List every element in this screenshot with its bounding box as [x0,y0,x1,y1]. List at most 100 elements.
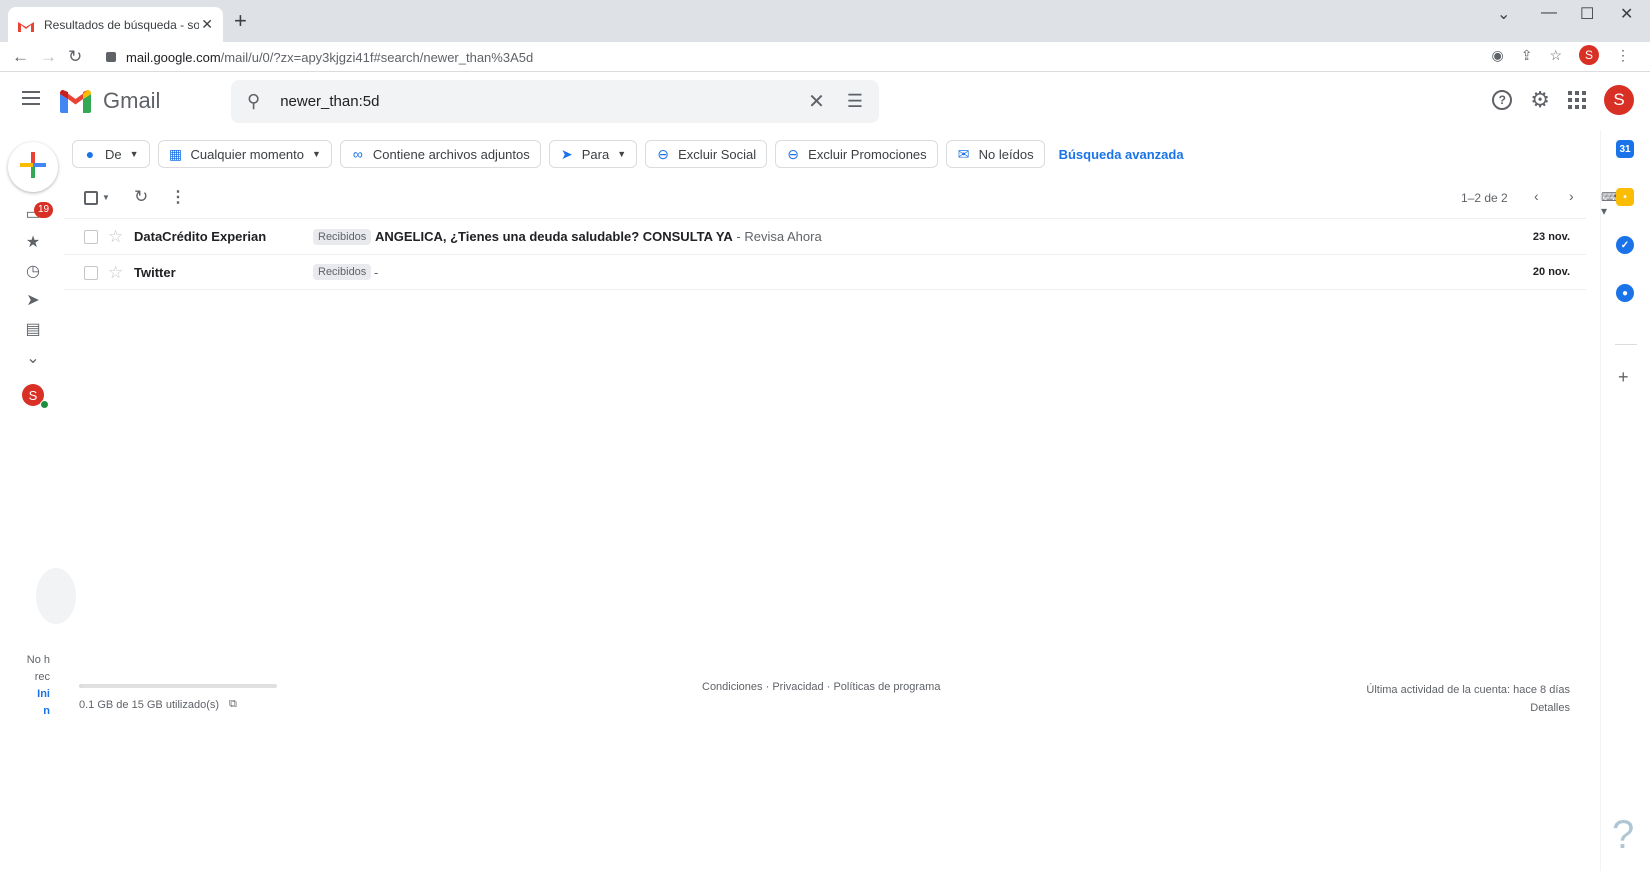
calendar-app-icon[interactable]: 31 [1616,140,1634,158]
table-row[interactable]: ☆ Twitter Recibidos - 20 nov. [64,254,1586,290]
chat-hint-line: rec [34,671,50,683]
gmail-logo[interactable]: Gmail [60,88,160,114]
older-page-icon[interactable]: › [1569,188,1574,204]
browser-menu-icon[interactable]: ⋮ [1616,47,1630,64]
bookmark-star-icon[interactable]: ☆ [1549,47,1562,64]
row-snippet: - [374,264,379,280]
row-date: 20 nov. [1532,266,1570,278]
starred-icon[interactable]: ★ [24,234,42,252]
minus-circle-icon: ⊖ [657,145,669,162]
gmail-m-icon [60,89,91,113]
side-panel-divider [1615,344,1637,345]
account-avatar[interactable]: S [1604,85,1634,115]
row-label-badge[interactable]: Recibidos [313,264,372,280]
chip-label: No leídos [978,146,1034,162]
chip-exclude-promotions[interactable]: ⊖ Excluir Promociones [775,140,938,168]
tasks-app-icon[interactable]: ✓ [1616,236,1634,254]
inbox-unread-badge: 19 [34,202,54,218]
storage-text: 0.1 GB de 15 GB utilizado(s) [79,698,220,711]
clear-search-icon[interactable]: ✕ [808,89,825,114]
sent-icon[interactable]: ➤ [24,292,42,310]
select-all-checkbox[interactable] [84,191,98,205]
newer-page-icon[interactable]: ‹ [1534,188,1539,204]
close-window-button[interactable]: ✕ [1620,4,1633,24]
details-link[interactable]: Detalles [1366,699,1570,717]
account-activity: Última actividad de la cuenta: hace 8 dí… [1366,681,1570,717]
compose-button[interactable] [8,142,58,192]
chip-any-time[interactable]: ▦ Cualquier momento ▼ [157,140,332,168]
row-checkbox[interactable] [84,230,98,244]
row-sender: DataCrédito Experian [134,229,267,244]
search-options-icon[interactable]: ☰ [847,91,863,112]
header-actions: ? ⚙ S [1492,85,1634,115]
new-tab-button[interactable]: + [234,10,247,32]
back-icon[interactable]: ← [12,47,29,67]
storage-info: 0.1 GB de 15 GB utilizado(s) ⧉ [79,698,237,711]
footer-links[interactable]: Condiciones · Privacidad · Políticas de … [702,681,940,693]
address-bar[interactable]: mail.google.com/mail/u/0/?zx=apy3kjgzi41… [98,45,1638,69]
more-chevron-icon[interactable]: ⌄ [24,350,42,368]
share-icon[interactable]: ⇪ [1521,47,1533,64]
chip-unread[interactable]: ✉ No leídos [945,140,1045,168]
browser-tab[interactable]: Resultados de búsqueda - solve ✕ [8,7,223,42]
row-subject-text: ANGELICA, ¿Tienes una deuda saludable? C… [375,229,733,244]
eye-icon[interactable]: ◉ [1491,47,1503,64]
unread-mail-icon: ✉ [957,145,970,162]
reload-icon[interactable]: ↻ [68,47,82,67]
online-status-dot [40,400,49,409]
advanced-search-link[interactable]: Búsqueda avanzada [1059,147,1184,162]
chip-to[interactable]: ➤ Para ▼ [548,140,638,168]
last-activity-text: Última actividad de la cuenta: hace 8 dí… [1366,684,1570,696]
keep-app-icon[interactable]: • [1616,188,1634,206]
chat-placeholder-illustration [36,568,76,624]
table-row[interactable]: ☆ DataCrédito Experian Recibidos ANGELIC… [64,218,1586,254]
forward-icon[interactable]: → [40,47,57,67]
search-icon[interactable]: ⚲ [247,91,260,112]
browser-window: Resultados de búsqueda - solve ✕ + ⌄ — ☐… [0,0,1650,871]
address-bar-actions: ◉ ⇪ ☆ S ⋮ [1491,45,1630,65]
gmail-favicon [18,19,34,32]
select-dropdown-icon[interactable]: ▼ [102,193,110,202]
tab-search-icon[interactable]: ⌄ [1497,4,1510,24]
more-actions-icon[interactable]: ⋮ [170,187,186,207]
google-apps-icon[interactable] [1568,91,1586,109]
url-text: mail.google.com/mail/u/0/?zx=apy3kjgzi41… [126,50,533,65]
row-checkbox[interactable] [84,266,98,280]
chip-from[interactable]: ● De ▼ [72,140,150,168]
url-host: mail.google.com [126,49,221,65]
contacts-app-icon[interactable]: ● [1616,284,1634,302]
row-label-badge[interactable]: Recibidos [313,228,372,245]
snoozed-clock-icon[interactable]: ◷ [24,263,42,281]
pagination-count: 1–2 de 2 [1461,191,1508,205]
drafts-icon[interactable]: ▤ [24,321,42,339]
open-external-icon[interactable]: ⧉ [229,698,237,711]
compose-plus-icon [20,150,46,184]
maximize-button[interactable]: ☐ [1580,4,1594,24]
chip-has-attachment[interactable]: ∞ Contiene archivos adjuntos [339,140,541,168]
minus-circle-icon: ⊖ [787,145,800,162]
star-icon[interactable]: ☆ [108,263,123,283]
close-tab-icon[interactable]: ✕ [201,16,213,33]
help-icon[interactable]: ? [1492,90,1513,110]
get-addons-plus-icon[interactable]: + [1618,367,1629,388]
refresh-icon[interactable]: ↻ [134,187,148,207]
search-filter-chips: ● De ▼ ▦ Cualquier momento ▼ ∞ Contiene … [72,140,1184,168]
chip-label: Excluir Promociones [808,146,927,162]
storage-usage-fill [79,684,83,688]
browser-toolbar: ← → ↻ mail.google.com/mail/u/0/?zx=apy3k… [0,42,1650,72]
search-bar[interactable]: ⚲ newer_than:5d ✕ ☰ [231,80,879,123]
minimize-button[interactable]: — [1541,4,1557,22]
chip-label: Excluir Social [678,146,757,162]
search-input[interactable]: newer_than:5d [280,93,808,110]
chat-hint-link[interactable]: n [20,705,50,717]
main-menu-icon[interactable] [22,91,40,105]
star-icon[interactable]: ☆ [108,227,123,247]
settings-gear-icon[interactable]: ⚙ [1530,87,1550,113]
chat-hint-line: No h [26,654,50,666]
row-date: 23 nov. [1532,230,1570,243]
chip-exclude-social[interactable]: ⊖ Excluir Social [645,140,768,168]
chip-label: De [105,146,122,162]
calendar-icon: ▦ [168,145,183,162]
chat-hint-link[interactable]: Ini [20,688,50,700]
browser-profile-avatar[interactable]: S [1579,45,1599,65]
